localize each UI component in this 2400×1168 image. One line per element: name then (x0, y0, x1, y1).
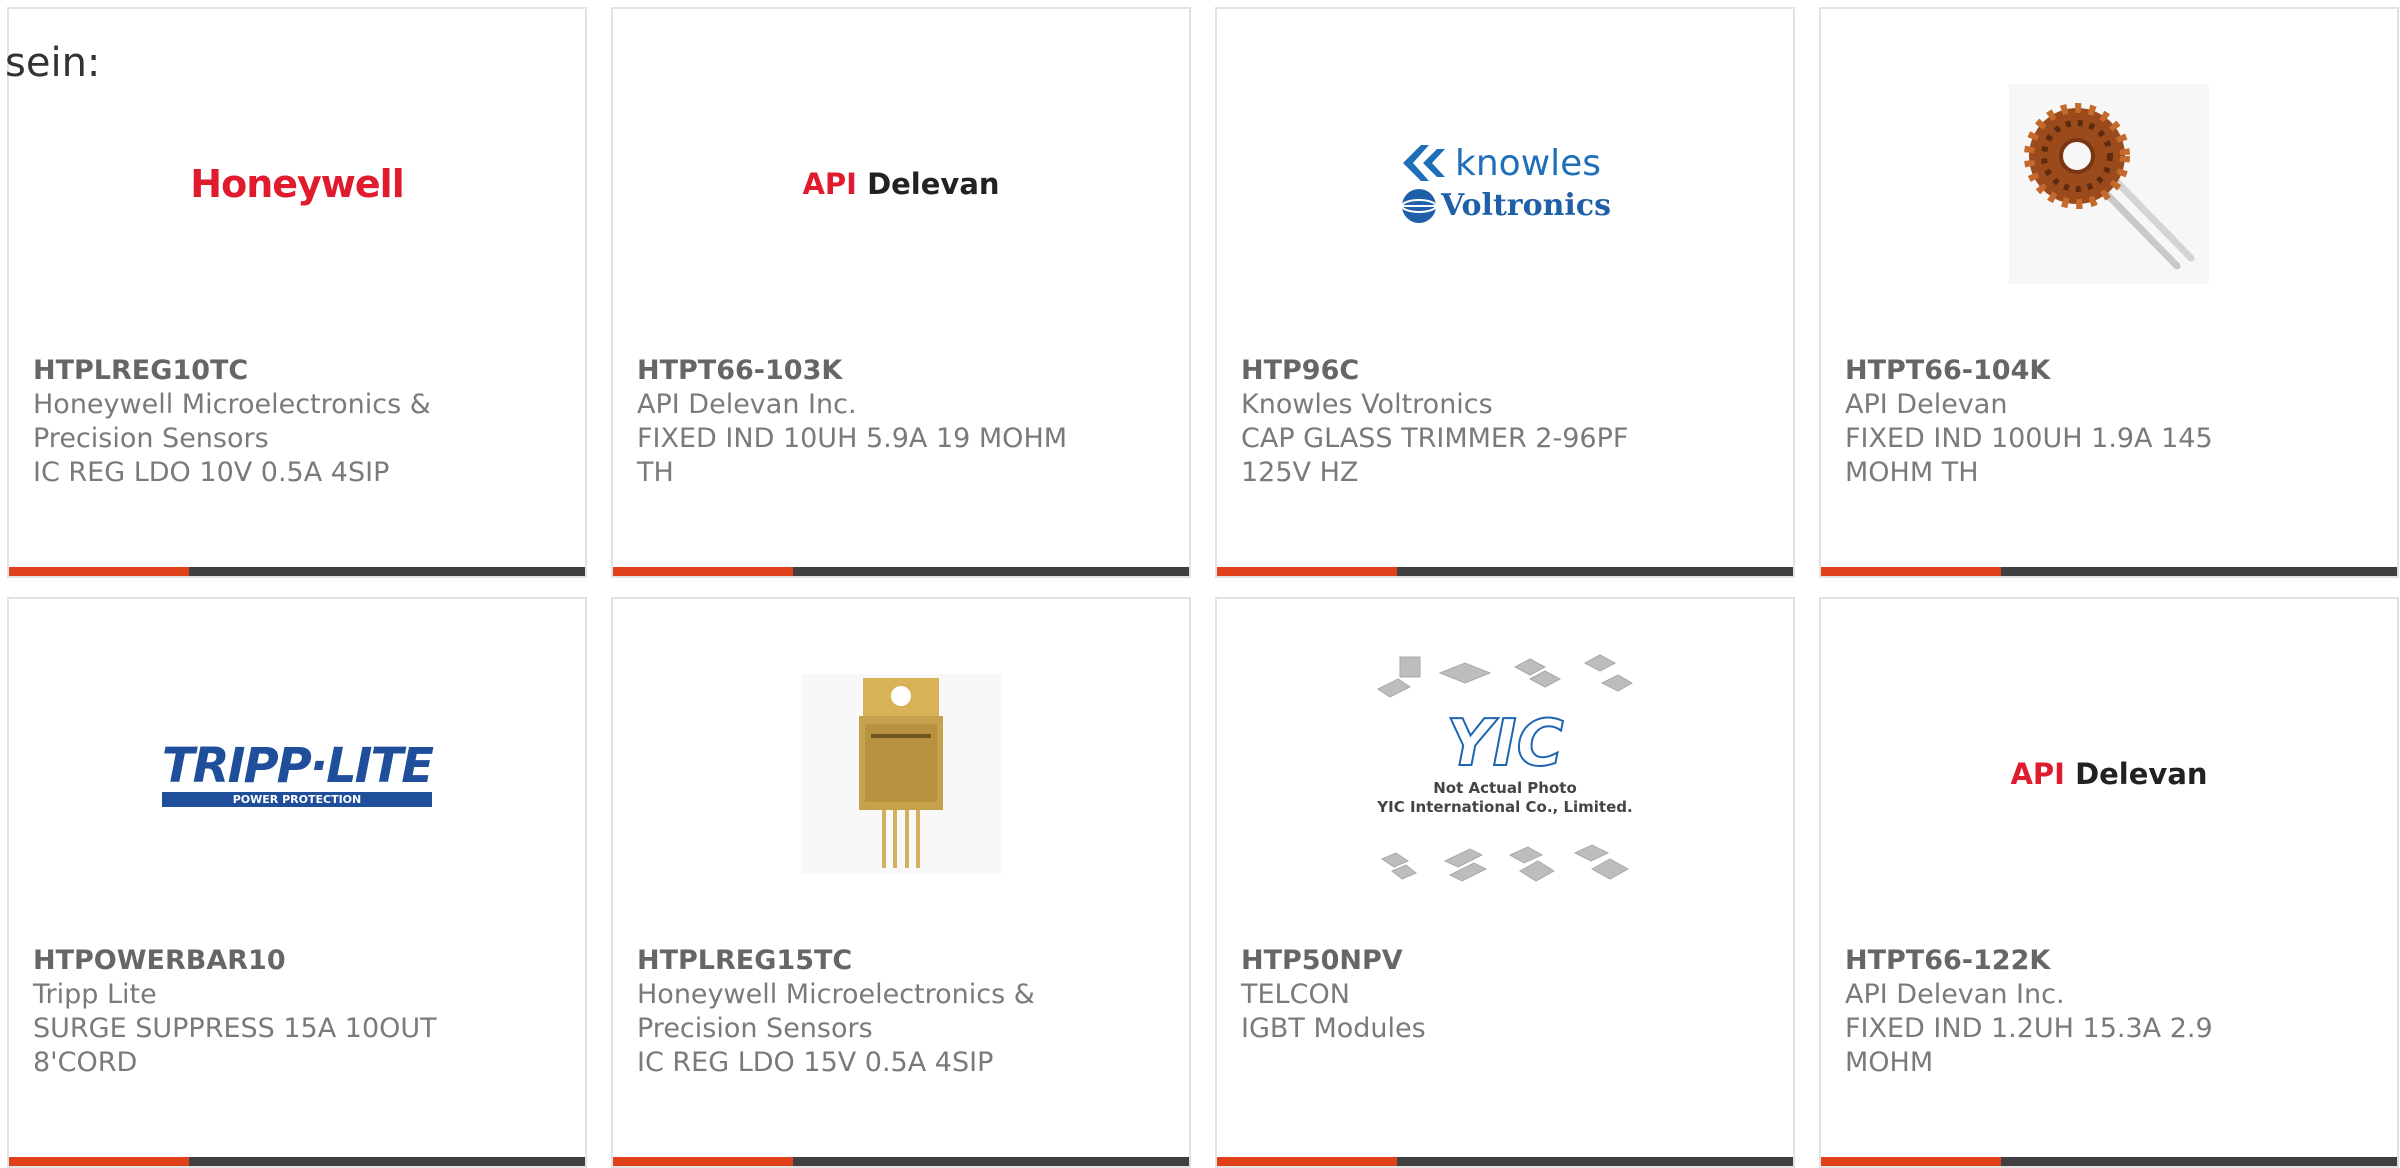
card-accent-bar (1217, 567, 1793, 576)
part-number[interactable]: HTPOWERBAR10 (33, 944, 473, 978)
toroid-inductor-photo (2009, 84, 2209, 284)
part-number[interactable]: HTP96C (1241, 354, 1681, 388)
manufacturer: Honeywell Microelectronics & (637, 979, 1035, 1010)
part-number[interactable]: HTPLREG15TC (637, 944, 1077, 978)
description: FIXED IND 1.2UH 15.3A 2.9 (1845, 1013, 2213, 1044)
product-card[interactable]: HTPT66-104K API Delevan FIXED IND 100UH … (1819, 7, 2399, 578)
product-image: API Delevan (1821, 639, 2397, 909)
product-card[interactable]: YIC Not Actual Photo YIC International C… (1215, 597, 1795, 1168)
card-accent-bar (1217, 1157, 1793, 1166)
description-cont: MOHM TH (1845, 457, 1979, 488)
part-number[interactable]: HTPT66-104K (1845, 354, 2285, 388)
product-image: TRIPP·LITE POWER PROTECTION (9, 639, 585, 909)
manufacturer: Honeywell Microelectronics & (33, 389, 431, 420)
product-card[interactable]: TRIPP·LITE POWER PROTECTION HTPOWERBAR10… (7, 597, 587, 1168)
card-accent-bar (1821, 1157, 2397, 1166)
product-image (1821, 49, 2397, 319)
description: FIXED IND 100UH 1.9A 145 (1845, 423, 2213, 454)
card-accent-bar (9, 1157, 585, 1166)
description: SURGE SUPPRESS 15A 10OUT (33, 1013, 437, 1044)
product-card[interactable]: HTPLREG15TC Honeywell Microelectronics &… (611, 597, 1191, 1168)
regulator-photo (801, 674, 1001, 874)
description: IC REG LDO 15V 0.5A 4SIP (637, 1047, 994, 1078)
part-number[interactable]: HTPT66-122K (1845, 944, 2285, 978)
product-card[interactable]: API Delevan HTPT66-122K API Delevan Inc.… (1819, 597, 2399, 1168)
knowles-voltronics-logo: knowles Voltronics (1399, 143, 1611, 226)
part-number[interactable]: HTPLREG10TC (33, 354, 473, 388)
description: IGBT Modules (1241, 1013, 1426, 1044)
api-delevan-logo: API Delevan (802, 167, 1000, 201)
product-card[interactable]: knowles Voltronics HTP96C Knowles Voltro… (1215, 7, 1795, 578)
description: CAP GLASS TRIMMER 2-96PF (1241, 423, 1629, 454)
description-cont: MOHM (1845, 1047, 1934, 1078)
yic-logo: YIC (1445, 707, 1564, 781)
description-cont: 8'CORD (33, 1047, 138, 1078)
manufacturer: API Delevan (1845, 389, 2008, 420)
yic-placeholder-image: YIC Not Actual Photo YIC International C… (1370, 649, 1640, 899)
voltronics-globe-icon (1401, 188, 1438, 223)
tripp-lite-logo: TRIPP·LITE POWER PROTECTION (161, 737, 434, 807)
description: IC REG LDO 10V 0.5A 4SIP (33, 457, 390, 488)
card-accent-bar (613, 1157, 1189, 1166)
product-card[interactable]: Honeywell HTPLREG10TC Honeywell Microele… (7, 7, 587, 578)
manufacturer: Knowles Voltronics (1241, 389, 1493, 420)
manufacturer-cont: Precision Sensors (637, 1013, 873, 1044)
card-accent-bar (1821, 567, 2397, 576)
description: FIXED IND 10UH 5.9A 19 MOHM (637, 423, 1068, 454)
product-card[interactable]: API Delevan HTPT66-103K API Delevan Inc.… (611, 7, 1191, 578)
product-image: Honeywell (9, 49, 585, 319)
product-image: knowles Voltronics (1217, 49, 1793, 319)
description-cont: 125V HZ (1241, 457, 1359, 488)
intro-text: sein: (5, 40, 101, 86)
product-image: YIC Not Actual Photo YIC International C… (1217, 639, 1793, 909)
part-number[interactable]: HTP50NPV (1241, 944, 1681, 978)
manufacturer-cont: Precision Sensors (33, 423, 269, 454)
description-cont: TH (637, 457, 674, 488)
manufacturer: API Delevan Inc. (1845, 979, 2065, 1010)
knowles-chevron-icon (1403, 145, 1446, 181)
manufacturer: TELCON (1241, 979, 1350, 1010)
card-accent-bar (613, 567, 1189, 576)
product-image (613, 639, 1189, 909)
part-number[interactable]: HTPT66-103K (637, 354, 1077, 388)
manufacturer: Tripp Lite (33, 979, 157, 1010)
product-image: API Delevan (613, 49, 1189, 319)
honeywell-logo: Honeywell (190, 162, 404, 206)
manufacturer: API Delevan Inc. (637, 389, 857, 420)
card-accent-bar (9, 567, 585, 576)
api-delevan-logo: API Delevan (2010, 757, 2208, 791)
